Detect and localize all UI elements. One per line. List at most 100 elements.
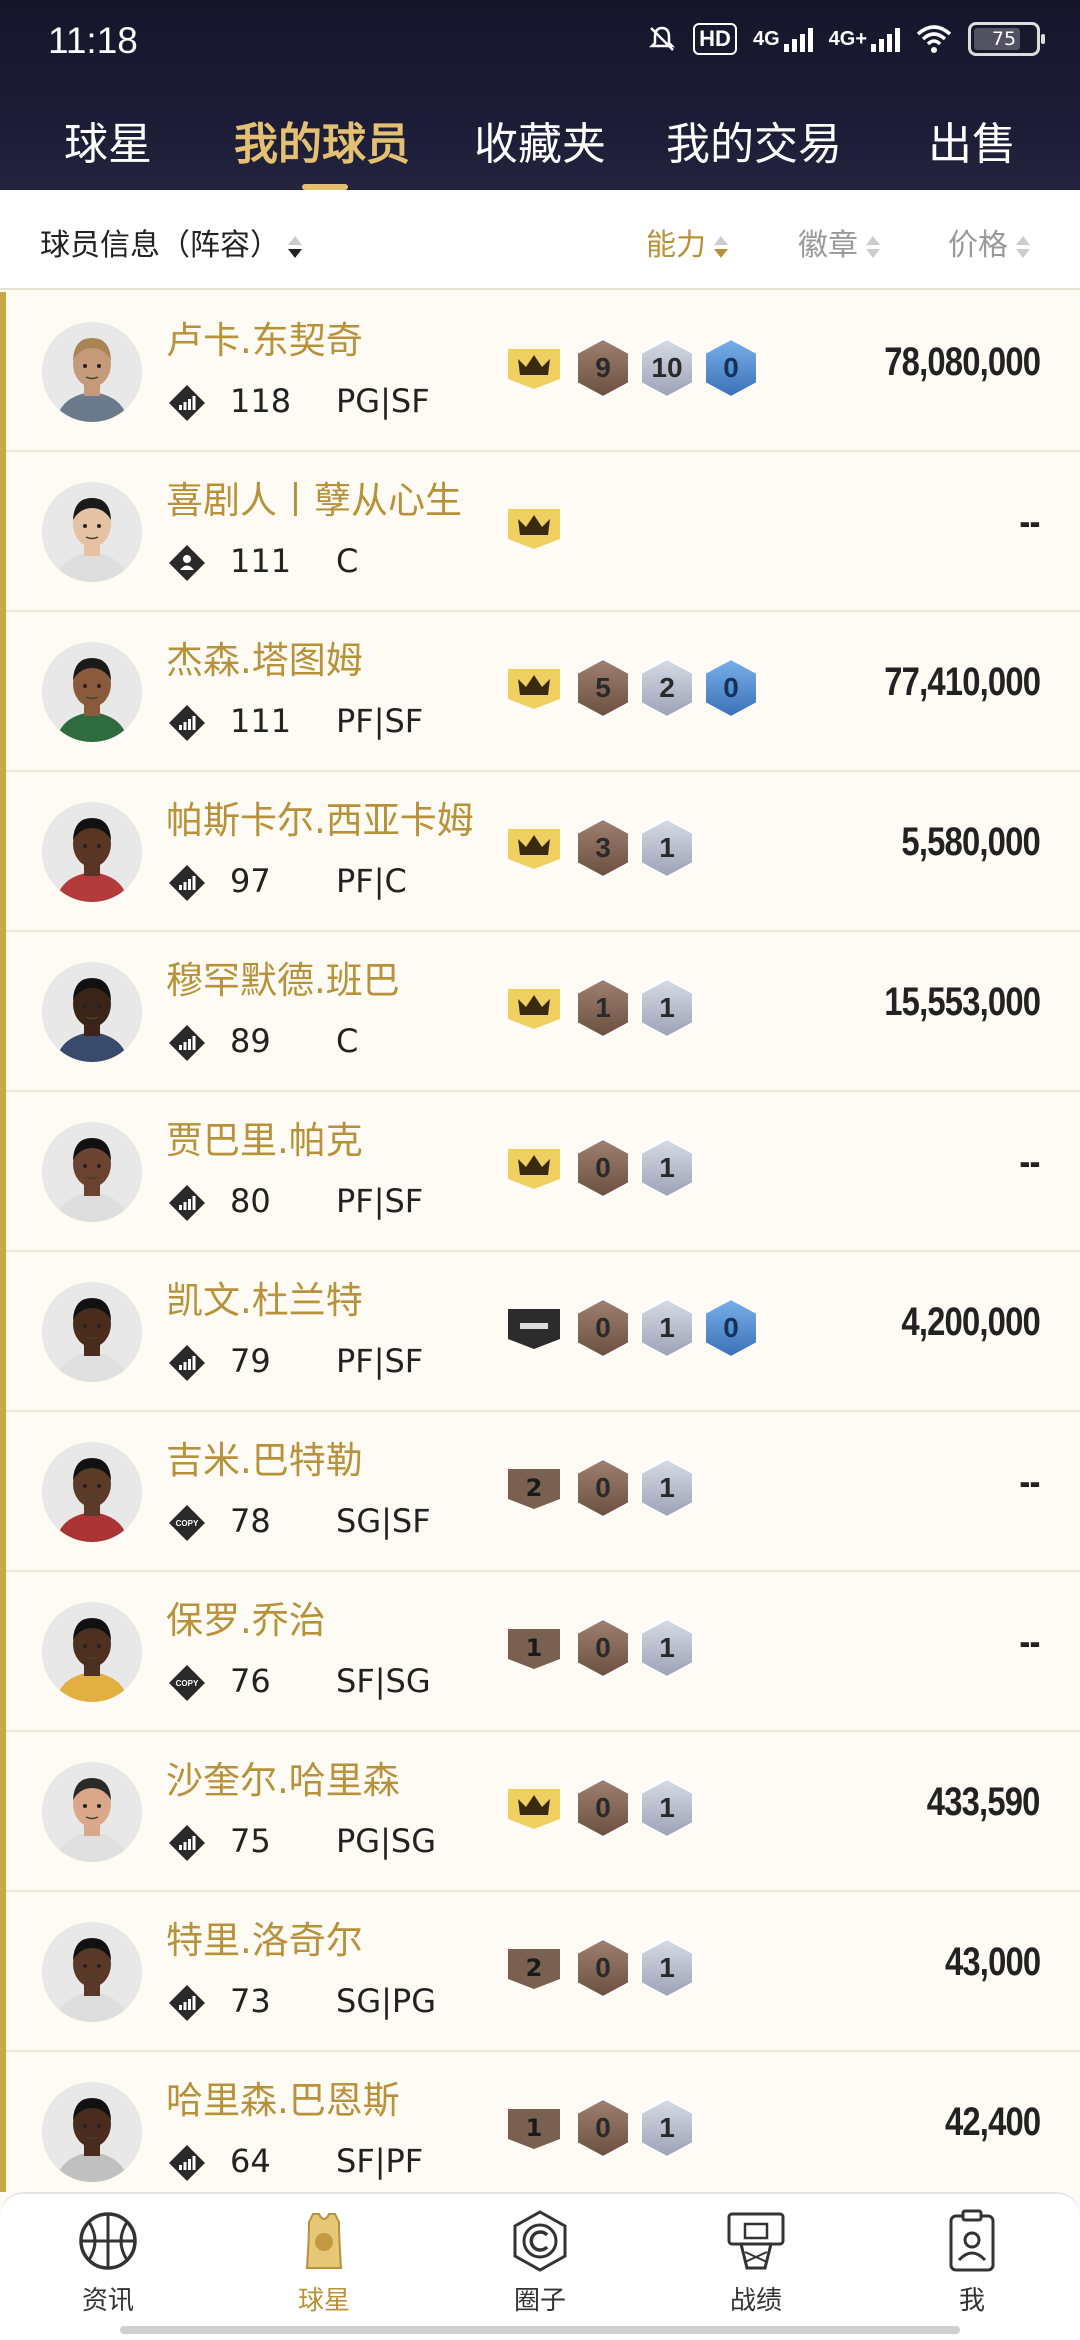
tab-favorites[interactable]: 收藏夹 <box>474 108 606 172</box>
bronze-badge-hex: 0 <box>574 1617 632 1679</box>
player-rating: 73 <box>230 1982 271 2020</box>
tier-crown-badge <box>506 985 562 1031</box>
bronze-badge-hex: 0 <box>574 2097 632 2159</box>
profile-card-icon <box>949 2209 995 2272</box>
player-avatar <box>42 322 142 422</box>
player-name: 凯文.杜兰特 <box>166 1279 363 1322</box>
nav-news[interactable]: 资讯 <box>48 2208 168 2317</box>
top-tabs: 球星 我的球员 收藏夹 我的交易 出售 <box>0 108 1080 188</box>
player-row[interactable]: 沙奎尔.哈里森 75 PG|SG 0 1 433,590 <box>6 1732 1080 1892</box>
bronze-badge-hex: 1 <box>574 977 632 1039</box>
bronze-badge-hex: 5 <box>574 657 632 719</box>
player-row[interactable]: 保罗.乔治 COPY 76 SF|SG 1 0 1 -- <box>6 1572 1080 1732</box>
player-row[interactable]: 杰森.塔图姆 111 PF|SF 5 2 0 77,410,000 <box>6 612 1080 772</box>
stats-diamond-icon <box>169 1185 205 1221</box>
player-name: 帕斯卡尔.西亚卡姆 <box>166 799 474 842</box>
bronze-badge-hex: 0 <box>574 1937 632 1999</box>
nav-stars[interactable]: 球星 <box>264 2208 384 2317</box>
silver-badge-hex: 1 <box>638 817 696 879</box>
player-jersey-icon <box>305 2213 343 2269</box>
sort-bar: 球员信息（阵容） 能力 徽章 价格 <box>0 190 1080 290</box>
player-row[interactable]: 凯文.杜兰特 79 PF|SF 0 1 0 4,200,000 <box>6 1252 1080 1412</box>
tier-dark-badge <box>506 1305 562 1351</box>
silver-badge-hex: 1 <box>638 1297 696 1359</box>
tier-level-label: 1 <box>525 2114 543 2142</box>
badge-group: 2 01 <box>506 1936 696 2000</box>
sort-lineup[interactable]: 球员信息（阵容） <box>40 220 302 264</box>
badge-group: 101 <box>506 1616 696 1680</box>
tab-my-trades[interactable]: 我的交易 <box>666 108 842 172</box>
tier-level-badge: 2 <box>506 1465 562 1511</box>
player-row[interactable]: 吉米.巴特勒 COPY 78 SG|SF 2 0 1 -- <box>6 1412 1080 1572</box>
person-diamond-icon <box>169 545 205 581</box>
player-rating: 111 <box>230 702 292 740</box>
player-row[interactable]: 帕斯卡尔.西亚卡姆 97 PF|C 3 1 5,580,000 <box>6 772 1080 932</box>
player-position: PG|SG <box>336 1822 436 1860</box>
tab-sell[interactable]: 出售 <box>928 108 1016 172</box>
hoop-icon <box>727 2212 785 2270</box>
copy-diamond-icon: COPY <box>169 1505 205 1541</box>
nav-circle[interactable]: 圈子 <box>480 2208 600 2317</box>
silver-badge-hex: 1 <box>638 977 696 1039</box>
nav-record[interactable]: 战绩 <box>696 2208 816 2317</box>
sort-caret-icon <box>1016 235 1030 259</box>
player-row[interactable]: 穆罕默德.班巴 89 C 1 1 15,553,000 <box>6 932 1080 1092</box>
nav-me[interactable]: 我 <box>912 2208 1032 2317</box>
sort-caret-icon <box>288 235 302 259</box>
silver-badge-hex: 1 <box>638 1457 696 1519</box>
stats-diamond-icon <box>169 2145 205 2181</box>
silver-badge-hex: 2 <box>638 657 696 719</box>
tier-level-badge: 1 <box>506 1625 562 1671</box>
player-row[interactable]: 卢卡.东契奇 118 PG|SF 9 10 0 78,080,000 <box>6 292 1080 452</box>
stats-diamond-icon <box>169 1345 205 1381</box>
badge-group: 101 <box>506 2096 696 2160</box>
stats-diamond-icon <box>169 1825 205 1861</box>
player-row[interactable]: 哈里森.巴恩斯 64 SF|PF 1 0 1 42,400 <box>6 2052 1080 2192</box>
stats-diamond-icon <box>169 1025 205 1061</box>
player-position: C <box>336 1022 359 1060</box>
tab-stars[interactable]: 球星 <box>64 108 152 172</box>
player-avatar <box>42 642 142 742</box>
nav-stars-label: 球星 <box>297 2286 350 2316</box>
stats-diamond-icon <box>169 865 205 901</box>
sort-ability[interactable]: 能力 <box>646 220 728 264</box>
player-avatar <box>42 1922 142 2022</box>
silver-badge-hex: 1 <box>638 1777 696 1839</box>
player-position: SG|PG <box>336 1982 436 2020</box>
sort-price[interactable]: 价格 <box>948 220 1030 264</box>
player-rating: 75 <box>230 1822 271 1860</box>
player-price: 5,580,000 <box>901 820 1040 864</box>
player-avatar <box>42 1602 142 1702</box>
bronze-badge-hex: 0 <box>574 1137 632 1199</box>
bronze-badge-hex: 0 <box>574 1297 632 1359</box>
sort-badges[interactable]: 徽章 <box>798 220 880 264</box>
player-avatar <box>42 802 142 902</box>
player-row[interactable]: 喜剧人丨孽从心生 111 C -- <box>6 452 1080 612</box>
player-avatar <box>42 1282 142 1382</box>
player-avatar <box>42 1122 142 1222</box>
player-row[interactable]: 特里.洛奇尔 73 SG|PG 2 0 1 43,000 <box>6 1892 1080 2052</box>
app-header: 11:18 HD 4G 4G+ 75 球星 我的球员 收藏夹 我的交易 出售 <box>0 0 1080 190</box>
badge-group: 9 10 0 <box>506 336 760 400</box>
player-price: 15,553,000 <box>884 980 1041 1024</box>
silver-badge-hex: 10 <box>638 337 696 399</box>
player-price: -- <box>1019 1140 1041 1184</box>
player-row[interactable]: 贾巴里.帕克 80 PF|SF 0 1 -- <box>6 1092 1080 1252</box>
player-rating: 89 <box>230 1022 271 1060</box>
player-price: 77,410,000 <box>884 660 1041 704</box>
sort-caret-icon <box>714 235 728 259</box>
tier-level-label: 2 <box>525 1954 543 1982</box>
silver-badge-hex: 1 <box>638 1617 696 1679</box>
player-position: PF|SF <box>336 1182 424 1220</box>
tab-my-players[interactable]: 我的球员 <box>234 108 410 172</box>
copy-diamond-icon: COPY <box>169 1665 205 1701</box>
tier-level-badge: 2 <box>506 1945 562 1991</box>
player-rating: 118 <box>230 382 292 420</box>
signal-4g-icon: 4G <box>753 26 813 52</box>
player-avatar <box>42 1762 142 1862</box>
sort-price-label: 价格 <box>948 228 1008 263</box>
player-name: 吉米.巴特勒 <box>166 1439 363 1482</box>
sort-badges-label: 徽章 <box>798 228 858 263</box>
player-name: 杰森.塔图姆 <box>166 639 363 682</box>
svg-text:COPY: COPY <box>176 1519 199 1528</box>
